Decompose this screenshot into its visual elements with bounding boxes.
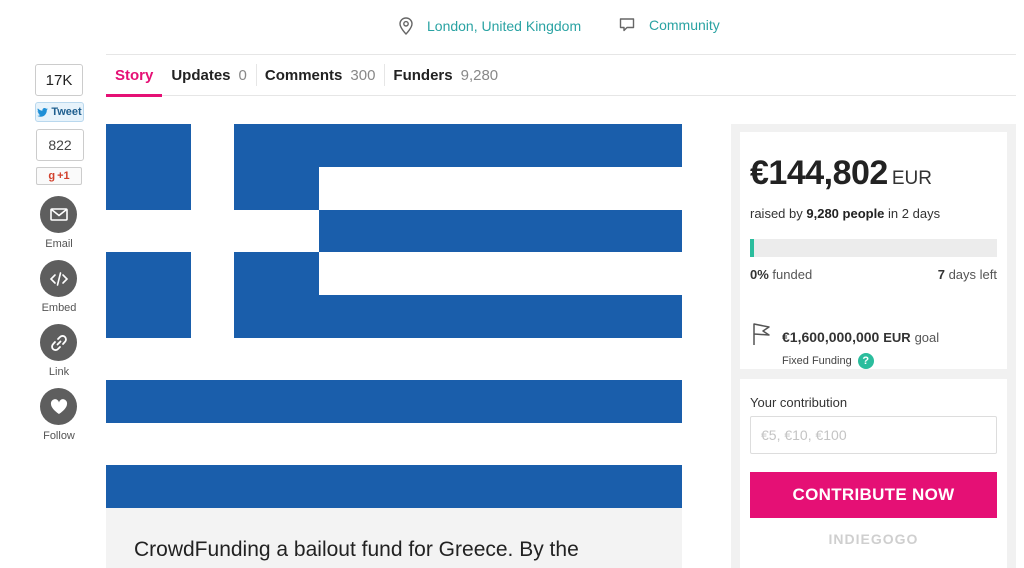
twitter-bird-icon [37, 107, 49, 117]
story-intro-text: CrowdFunding a bailout fund for Greece. … [134, 538, 579, 561]
funding-summary-card: €144,802 EUR raised by 9,280 people in 2 … [740, 132, 1007, 369]
location-pin-icon [399, 17, 413, 35]
contribution-label: Your contribution [750, 395, 848, 410]
raised-prefix: raised by [750, 206, 803, 221]
raised-amount: €144,802 EUR [750, 154, 932, 193]
tab-story[interactable]: Story [106, 55, 163, 97]
funded-percent: 0% [750, 267, 769, 282]
goal-amount: €1,600,000,000 [782, 329, 880, 345]
comment-bubble-icon [619, 18, 635, 32]
progress-bar [750, 239, 997, 257]
tweet-label: Tweet [51, 106, 82, 118]
tweet-count: 17K [35, 64, 83, 96]
gplus-count: 822 [36, 129, 84, 161]
goal-currency: EUR [883, 330, 911, 345]
days-left-number: 7 [937, 267, 945, 282]
story-section: CrowdFunding a bailout fund for Greece. … [106, 508, 682, 568]
days-left: 7 days left [938, 267, 997, 282]
heart-icon [50, 398, 67, 414]
category-link[interactable]: Community [619, 17, 720, 33]
link-label: Link [48, 366, 70, 378]
contribution-card: Your contribution CONTRIBUTE NOW INDIEGO… [740, 379, 1007, 568]
days-left-label: days left [948, 267, 997, 282]
indiegogo-logo: INDIEGOGO [828, 531, 919, 547]
location-text: London, United Kingdom [427, 18, 582, 34]
tab-count: 300 [350, 67, 376, 84]
help-question-icon[interactable]: ? [857, 353, 874, 369]
follow-label: Follow [43, 430, 75, 442]
tab-label: Funders [393, 67, 453, 84]
campaign-meta-bar: London, United Kingdom Community [0, 0, 1024, 54]
link-button[interactable] [40, 324, 77, 361]
tab-count: 0 [238, 67, 247, 84]
goal-flag-icon [753, 323, 770, 345]
tweet-button[interactable]: Tweet [35, 102, 84, 122]
email-button[interactable] [40, 196, 77, 233]
code-icon [49, 271, 68, 286]
flag-stripe [106, 380, 682, 423]
funder-count: 9,280 people [806, 206, 885, 221]
funding-type-label: Fixed Funding [782, 355, 852, 367]
gplus-label: +1 [57, 170, 70, 182]
funded-status: 0% funded [750, 267, 812, 282]
gplus-button[interactable]: g +1 [36, 167, 82, 185]
tab-comments[interactable]: Comments 300 [255, 55, 385, 96]
flag-cross-horizontal [106, 210, 319, 252]
greek-flag [106, 124, 682, 508]
contribute-now-button[interactable]: CONTRIBUTE NOW [750, 472, 997, 518]
progress-fill [750, 239, 754, 257]
raised-amount-value: €144,802 [750, 154, 888, 192]
goal-label: goal [914, 330, 940, 345]
campaign-image-greek-flag [106, 124, 682, 508]
location-link[interactable]: London, United Kingdom [399, 17, 581, 35]
funding-type: Fixed Funding ? [782, 353, 874, 369]
embed-label: Embed [41, 302, 77, 314]
flag-stripe [106, 465, 682, 508]
tab-count: 9,280 [460, 67, 499, 84]
funded-label: funded [772, 267, 813, 282]
category-text: Community [649, 17, 720, 33]
campaign-tabs: Story Updates 0 Comments 300 Funders 9,2… [106, 55, 1016, 97]
raised-by-line: raised by 9,280 people in 2 days [750, 206, 940, 221]
tab-updates[interactable]: Updates 0 [162, 55, 256, 96]
contribution-amount-input[interactable] [750, 416, 997, 454]
raised-currency: EUR [891, 168, 932, 189]
tab-label: Story [115, 67, 154, 84]
tab-label: Comments [264, 67, 343, 84]
raised-suffix: in 2 days [888, 206, 941, 221]
embed-button[interactable] [40, 260, 77, 297]
tab-funders[interactable]: Funders 9,280 [384, 55, 507, 96]
tab-label: Updates [171, 67, 231, 84]
link-chain-icon [50, 334, 67, 351]
envelope-icon [49, 208, 68, 221]
follow-button[interactable] [40, 388, 77, 425]
gplus-g-icon: g [48, 170, 56, 182]
email-label: Email [45, 238, 73, 250]
funding-sidebar: €144,802 EUR raised by 9,280 people in 2 … [731, 124, 1016, 568]
funding-goal: €1,600,000,000 EUR goal [782, 329, 939, 345]
